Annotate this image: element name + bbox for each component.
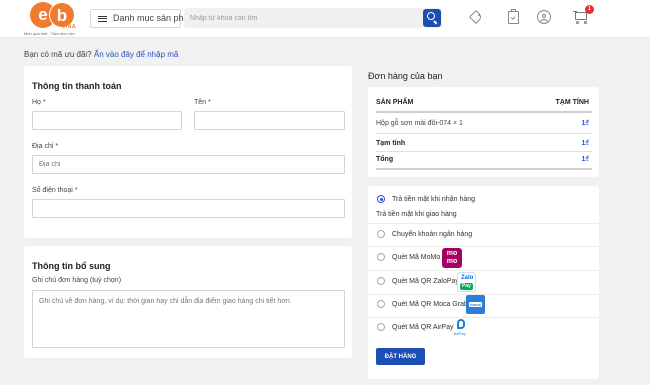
first-name-field[interactable] (194, 111, 345, 130)
divider (368, 270, 599, 271)
payment-label-cod[interactable]: Trả tiền mặt khi nhận hàng (392, 196, 475, 203)
divider (368, 317, 599, 318)
hamburger-icon (98, 16, 107, 22)
subtotal-label: Tạm tính (376, 140, 406, 147)
tag-hole (478, 14, 480, 16)
last-name-label: Họ * (32, 99, 46, 106)
logo-sub: VINA (62, 24, 76, 30)
user-ring (537, 10, 551, 24)
logo-tagline: Món quà nhỏ · Tấm nhìn lớn (24, 31, 75, 36)
col-subtotal-header: TẠM TÍNH (555, 99, 589, 106)
divider (368, 246, 599, 247)
payment-label-airpay[interactable]: Quét Mã QR AirPay (392, 324, 453, 331)
coupon-notice: Bạn có mã ưu đãi? Ấn vào đây để nhập mã (24, 50, 178, 59)
payment-radio-momo[interactable] (377, 253, 385, 261)
item-name: Hộp gỗ sơn mài đôi-074 (376, 120, 452, 127)
total-value: 1₫ (581, 156, 590, 163)
category-menu-button[interactable]: Danh mục sản phẩm (90, 9, 196, 28)
extra-info-card: Thông tin bổ sung Ghi chú đơn hàng (tuỳ … (24, 246, 352, 358)
coupon-text: Bạn có mã ưu đãi? (24, 50, 92, 59)
order-note-field[interactable] (32, 290, 345, 348)
user-body (540, 19, 548, 23)
airpay-logo-text: AirPay (454, 331, 466, 336)
first-name-label: Tên * (194, 99, 211, 106)
payment-label-bank[interactable]: Chuyển khoản ngân hàng (392, 231, 472, 238)
divider (376, 133, 592, 134)
item-qty: × 1 (452, 120, 463, 127)
momo-logo: mo mo (442, 248, 462, 268)
site-header: e b VINA Món quà nhỏ · Tấm nhìn lớn Danh… (0, 0, 650, 38)
zalopay-logo-pay: Pay (460, 283, 473, 290)
search-button[interactable] (423, 9, 441, 27)
cart-count-badge: 1 (585, 5, 594, 14)
extra-info-title: Thông tin bổ sung (32, 261, 111, 271)
payment-cod-note: Trả tiền mặt khi giao hàng (376, 211, 457, 218)
phone-label: Số điện thoại * (32, 187, 78, 194)
tag-shape (468, 9, 484, 25)
moca-logo-text: moca (469, 302, 482, 307)
tag-icon[interactable] (468, 9, 484, 25)
last-name-field[interactable] (32, 111, 182, 130)
search-bar (184, 8, 442, 28)
order-summary-title: Đơn hàng của bạn (368, 71, 443, 81)
address-label: Địa chỉ * (32, 143, 59, 150)
billing-title: Thông tin thanh toán (32, 81, 122, 91)
item-price: 1₫ (581, 120, 590, 127)
zalopay-logo: Zalo Pay (457, 272, 476, 292)
moca-logo: moca (466, 295, 485, 314)
payment-label-zalopay[interactable]: Quét Mã QR ZaloPay (392, 278, 459, 285)
divider (376, 151, 592, 152)
order-item-row: Hộp gỗ sơn mài đôi-074 × 1 (376, 120, 463, 127)
site-logo[interactable]: e b VINA Món quà nhỏ · Tấm nhìn lớn (24, 1, 84, 37)
zalopay-logo-text: Zalo (461, 275, 474, 281)
place-order-button[interactable]: ĐẶT HÀNG (376, 348, 425, 365)
billing-card: Thông tin thanh toán Họ * Tên * Địa chỉ … (24, 66, 352, 238)
payment-radio-zalopay[interactable] (377, 277, 385, 285)
order-summary-card: SẢN PHẨM TẠM TÍNH Hộp gỗ sơn mài đôi-074… (368, 87, 599, 177)
divider (376, 168, 592, 170)
col-product-header: SẢN PHẨM (376, 99, 414, 106)
cart-wheel (576, 21, 579, 24)
payment-radio-airpay[interactable] (377, 323, 385, 331)
payment-radio-bank[interactable] (377, 230, 385, 238)
payment-label-momo[interactable]: Quét Mã MoMo (392, 254, 440, 261)
payment-radio-cod[interactable] (377, 195, 385, 203)
search-icon-handle (433, 20, 438, 25)
airpay-logo-mark (457, 319, 465, 329)
user-icon[interactable] (536, 9, 552, 25)
cart-basket (575, 12, 587, 20)
payment-label-moca[interactable]: Quét Mã QR Moca Grab (392, 301, 468, 308)
airpay-logo: AirPay (454, 318, 470, 338)
phone-field[interactable] (32, 199, 345, 218)
order-note-label: Ghi chú đơn hàng (tuỳ chọn) (32, 277, 122, 284)
divider (368, 223, 599, 224)
payment-radio-moca[interactable] (377, 300, 385, 308)
search-icon (427, 12, 435, 20)
search-input[interactable] (184, 8, 420, 28)
coupon-link[interactable]: Ấn vào đây để nhập mã (94, 50, 179, 59)
clipboard-clip (511, 9, 516, 12)
subtotal-value: 1₫ (581, 140, 590, 147)
cart-wheel (584, 21, 587, 24)
clipboard-icon[interactable] (505, 9, 521, 25)
user-head (542, 13, 546, 18)
divider (376, 111, 592, 113)
total-label: Tổng (376, 156, 394, 163)
address-field[interactable] (32, 155, 345, 174)
